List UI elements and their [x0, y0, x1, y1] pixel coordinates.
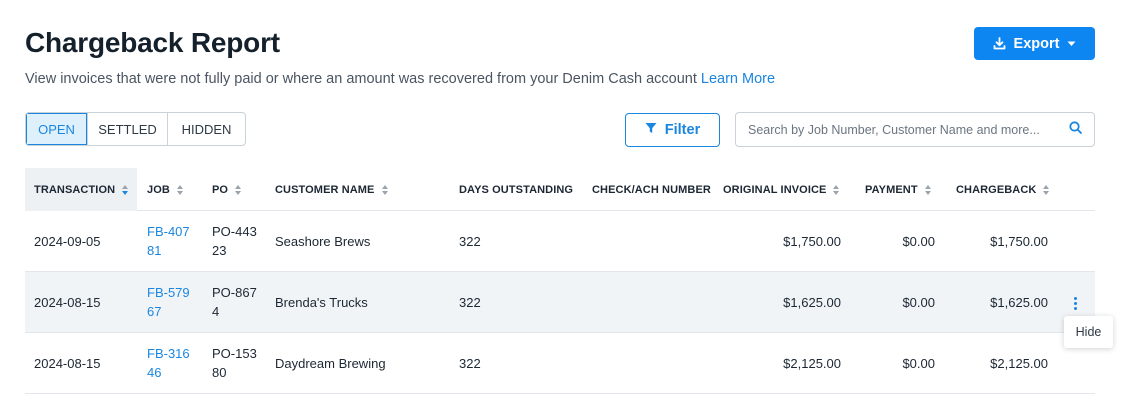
po-number: PO-44323 [212, 224, 257, 258]
chargeback: $2,125.00 [990, 355, 1048, 371]
export-label: Export [1013, 35, 1060, 52]
search-box [735, 112, 1095, 147]
column-header-label: DAYS OUTSTANDING [459, 183, 574, 196]
sort-icon [1043, 184, 1050, 195]
payment: $0.00 [902, 233, 935, 249]
job-link[interactable]: FB-31646 [147, 333, 193, 393]
payment: $0.00 [902, 355, 935, 371]
column-header-label: TRANSACTION [34, 183, 116, 196]
transaction-date: 2024-08-15 [34, 294, 101, 310]
chargeback: $1,750.00 [990, 233, 1048, 249]
tab-hidden[interactable]: HIDDEN [168, 113, 245, 145]
chargeback-table: TRANSACTION JOB PO CUSTOMER NAME DAYS OU… [25, 168, 1095, 394]
column-header-label: CHARGEBACK [956, 183, 1037, 196]
transaction-date: 2024-09-05 [34, 233, 101, 249]
table-row: 2024-08-15 FB-57967 PO-8674 Brenda's Tru… [25, 272, 1095, 333]
payment: $0.00 [902, 294, 935, 310]
column-header-original-invoice[interactable]: ORIGINAL INVOICE [723, 168, 840, 211]
page-subtitle: View invoices that were not fully paid o… [25, 71, 775, 87]
funnel-icon [645, 122, 657, 138]
search-input[interactable] [748, 122, 1069, 137]
caret-down-icon [1067, 41, 1076, 47]
column-header-payment[interactable]: PAYMENT [865, 168, 931, 211]
table-row: 2024-09-05 FB-40781 PO-44323 Seashore Br… [25, 211, 1095, 272]
column-header-label: JOB [147, 183, 170, 196]
subtitle-text: View invoices that were not fully paid o… [25, 71, 697, 87]
days-outstanding: 322 [459, 355, 481, 371]
filter-button[interactable]: Filter [625, 113, 720, 147]
column-header-label: ORIGINAL INVOICE [723, 183, 827, 196]
transaction-date: 2024-08-15 [34, 355, 101, 371]
days-outstanding: 322 [459, 294, 481, 310]
learn-more-link[interactable]: Learn More [701, 71, 775, 87]
search-icon[interactable] [1069, 120, 1082, 139]
sort-icon [176, 184, 183, 195]
column-header-po[interactable]: PO [212, 168, 242, 211]
po-number: PO-8674 [212, 285, 257, 319]
column-header-customer-name[interactable]: CUSTOMER NAME [275, 168, 388, 211]
column-header-chargeback[interactable]: CHARGEBACK [956, 168, 1050, 211]
filter-label: Filter [664, 122, 701, 138]
page-title: Chargeback Report [25, 27, 280, 58]
job-link[interactable]: FB-40781 [147, 211, 193, 271]
status-tabs: OPEN SETTLED HIDDEN [25, 112, 246, 146]
column-header-label: PAYMENT [865, 183, 918, 196]
days-outstanding: 322 [459, 233, 481, 249]
column-header-job[interactable]: JOB [147, 168, 183, 211]
download-icon [993, 37, 1006, 50]
hide-menu-item[interactable]: Hide [1064, 316, 1113, 348]
original-invoice: $2,125.00 [783, 355, 841, 371]
original-invoice: $1,750.00 [783, 233, 841, 249]
column-header-label: PO [212, 183, 229, 196]
chargeback: $1,625.00 [990, 294, 1048, 310]
customer-name: Brenda's Trucks [275, 294, 368, 310]
table-header: TRANSACTION JOB PO CUSTOMER NAME DAYS OU… [25, 168, 1095, 211]
export-button[interactable]: Export [974, 27, 1095, 60]
original-invoice: $1,625.00 [783, 294, 841, 310]
sort-icon [122, 184, 129, 195]
tab-open[interactable]: OPEN [26, 113, 88, 145]
sort-icon [235, 184, 242, 195]
kebab-icon[interactable] [1068, 294, 1082, 312]
sort-icon [381, 184, 388, 195]
tab-settled[interactable]: SETTLED [88, 113, 168, 145]
column-header-check-ach: CHECK/ACH NUMBER [592, 168, 711, 211]
column-header-days-outstanding: DAYS OUTSTANDING [459, 168, 573, 211]
po-number: PO-15380 [212, 346, 257, 380]
customer-name: Daydream Brewing [275, 355, 386, 371]
table-row: 2024-08-15 FB-31646 PO-15380 Daydream Br… [25, 333, 1095, 394]
column-header-label: CUSTOMER NAME [275, 183, 375, 196]
customer-name: Seashore Brews [275, 233, 371, 249]
sort-icon [833, 184, 840, 195]
column-header-label: CHECK/ACH NUMBER [592, 183, 711, 196]
sort-icon [924, 184, 931, 195]
job-link[interactable]: FB-57967 [147, 272, 193, 332]
column-header-transaction[interactable]: TRANSACTION [25, 168, 137, 211]
